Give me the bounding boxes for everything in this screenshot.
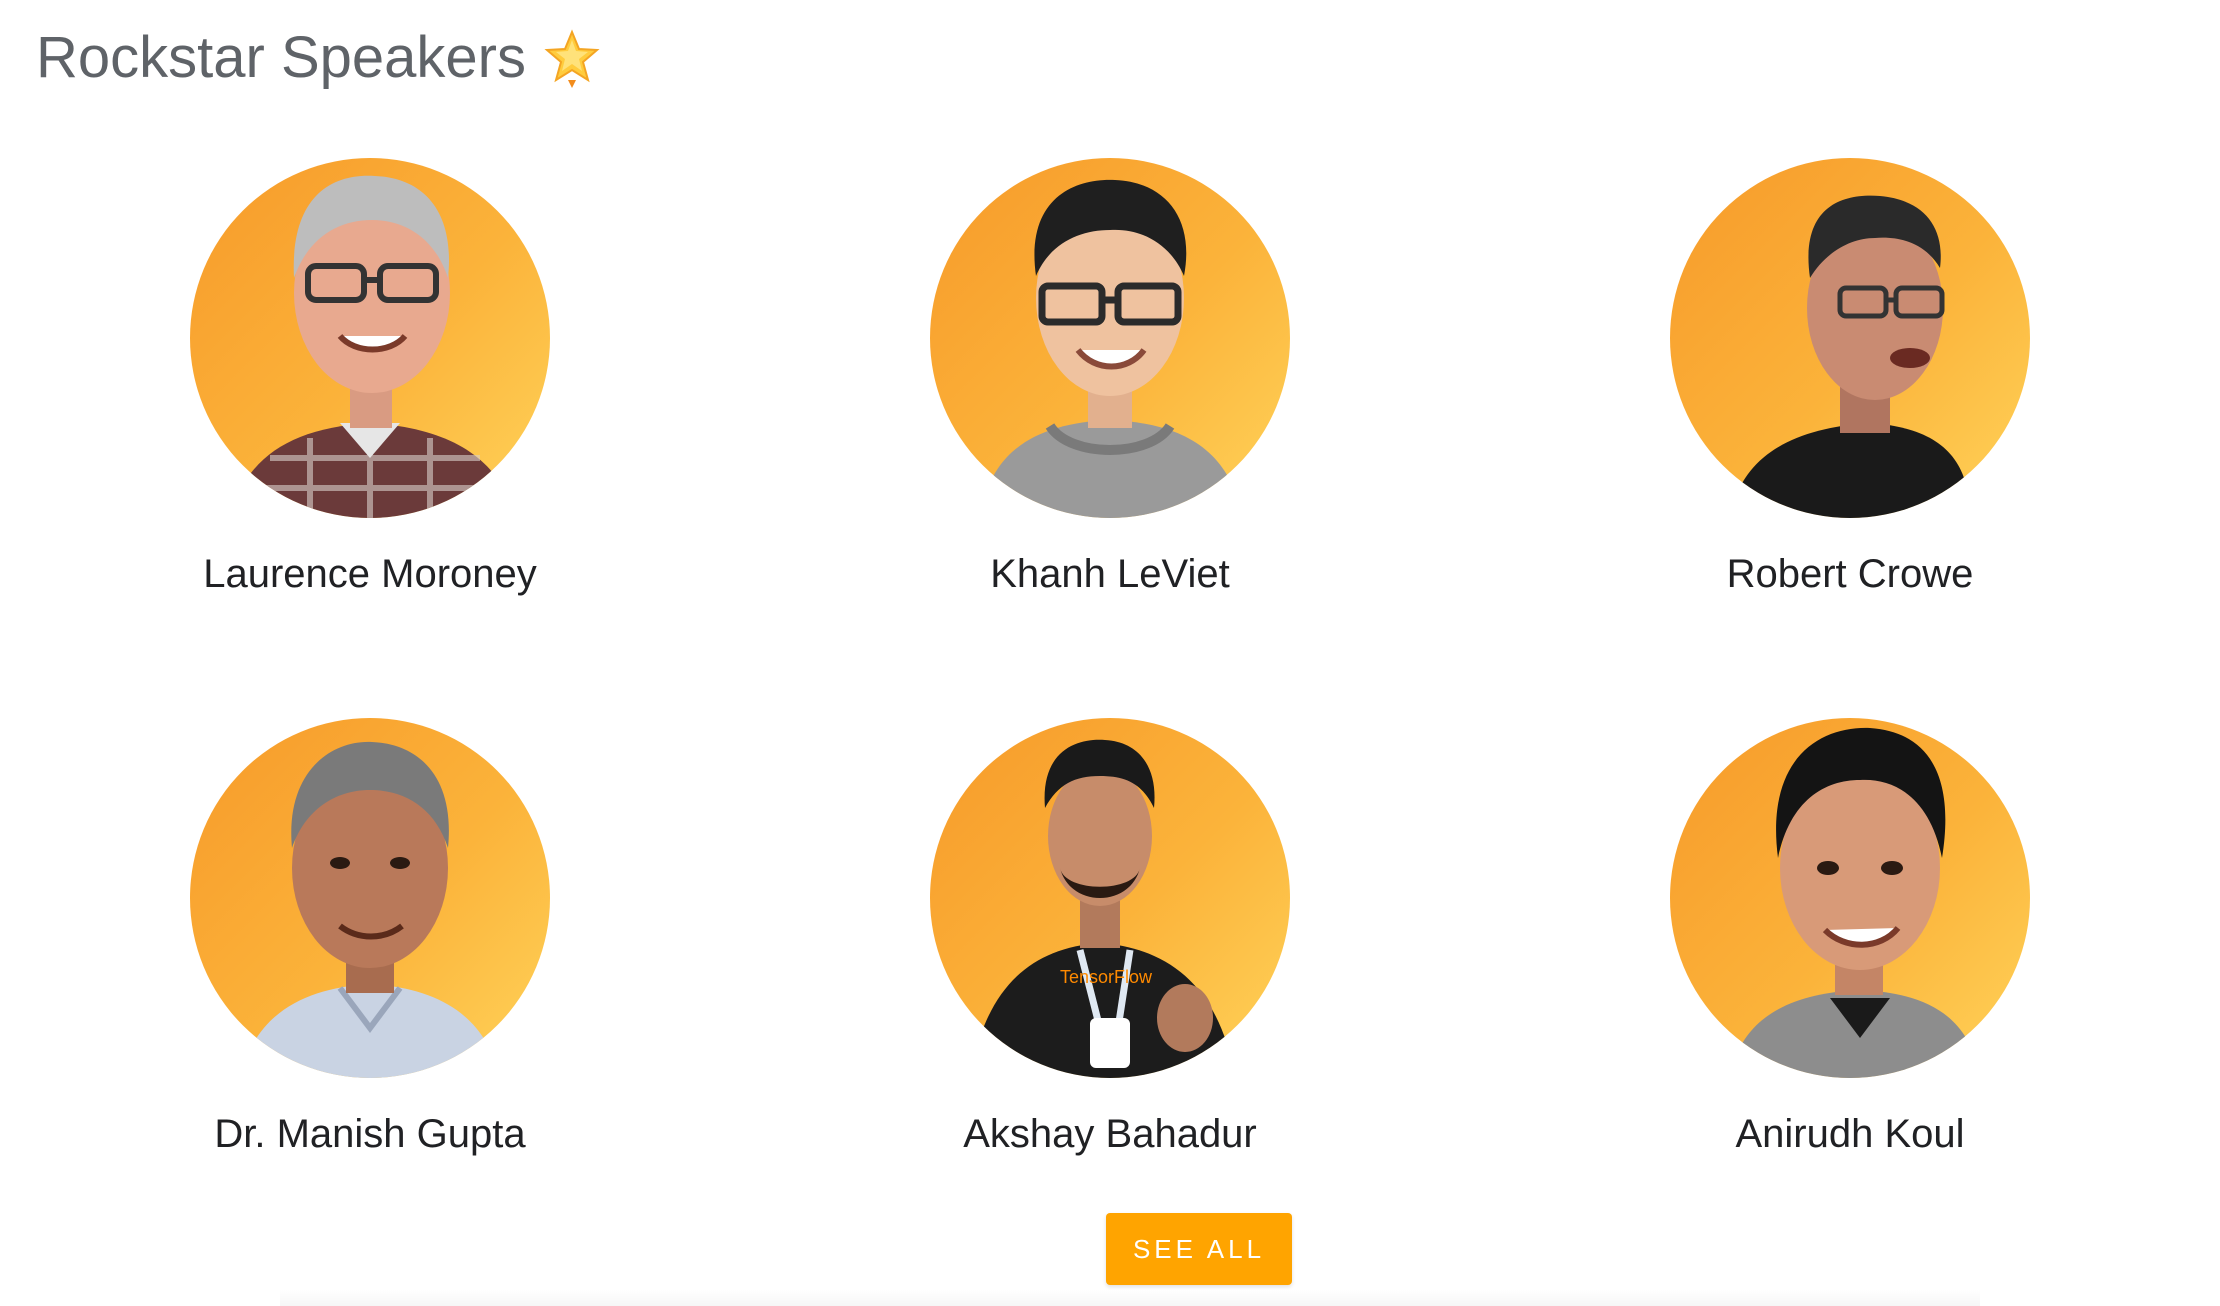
- speaker-name[interactable]: Akshay Bahadur: [963, 1110, 1257, 1158]
- speaker-name[interactable]: Anirudh Koul: [1735, 1110, 1964, 1158]
- speaker-photo[interactable]: [190, 158, 550, 518]
- speaker-name[interactable]: Dr. Manish Gupta: [214, 1110, 525, 1158]
- speaker-card[interactable]: Dr. Manish Gupta: [0, 718, 740, 1158]
- glowing-star-icon: [544, 28, 600, 88]
- footer-divider: [280, 1290, 1980, 1306]
- section-title: Rockstar Speakers: [36, 22, 600, 94]
- speaker-photo[interactable]: [1670, 158, 2030, 518]
- speaker-card[interactable]: Laurence Moroney: [0, 158, 740, 598]
- speaker-photo[interactable]: [1670, 718, 2030, 1078]
- speaker-card[interactable]: TensorFlow Akshay Bahadur: [740, 718, 1480, 1158]
- speaker-name[interactable]: Robert Crowe: [1727, 550, 1974, 598]
- see-all-button[interactable]: SEE ALL: [1106, 1213, 1292, 1285]
- speakers-page: Rockstar Speakers Laurence Moroney Khanh…: [0, 0, 2220, 1306]
- speaker-card[interactable]: Robert Crowe: [1480, 158, 2220, 598]
- svg-text:TensorFlow: TensorFlow: [1060, 967, 1153, 987]
- speaker-photo[interactable]: [930, 158, 1290, 518]
- section-title-text: Rockstar Speakers: [36, 25, 526, 90]
- speakers-grid: Laurence Moroney Khanh LeViet Robert Cro…: [0, 158, 2220, 1158]
- speaker-card[interactable]: Khanh LeViet: [740, 158, 1480, 598]
- speaker-photo[interactable]: TensorFlow: [930, 718, 1290, 1078]
- speaker-photo[interactable]: [190, 718, 550, 1078]
- speaker-name[interactable]: Khanh LeViet: [990, 550, 1229, 598]
- speaker-name[interactable]: Laurence Moroney: [203, 550, 537, 598]
- speaker-card[interactable]: Anirudh Koul: [1480, 718, 2220, 1158]
